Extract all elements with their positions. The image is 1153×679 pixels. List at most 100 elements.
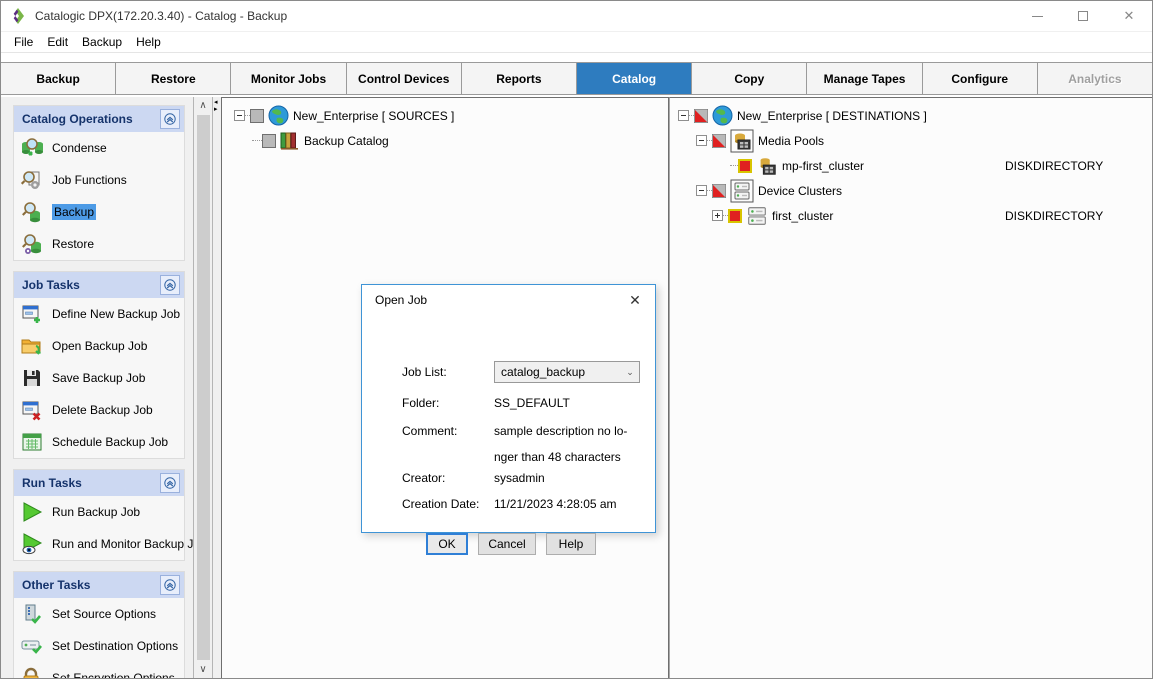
node-type-label: DISKDIRECTORY: [1005, 159, 1103, 173]
scrollbar-thumb[interactable]: [197, 115, 210, 660]
destinations-tree-panel: New_Enterprise [ DESTINATIONS ] Media Po…: [669, 97, 1152, 678]
panel-splitter[interactable]: ◂▸: [213, 97, 222, 678]
dialog-title: Open Job: [375, 293, 615, 307]
tree-row-sources-root[interactable]: New_Enterprise [ SOURCES ]: [222, 103, 668, 128]
task-set-encryption-options[interactable]: Set Encryption Options: [14, 662, 184, 678]
checkbox-unchecked[interactable]: [250, 109, 264, 123]
close-button[interactable]: ✕: [1106, 1, 1152, 31]
checkbox-partial[interactable]: [712, 134, 726, 148]
creator-value: sysadmin: [494, 471, 545, 485]
tab-reports[interactable]: Reports: [462, 63, 577, 94]
folder-label: Folder:: [402, 396, 439, 410]
task-save-backup-job[interactable]: Save Backup Job: [14, 362, 184, 394]
tab-manage-tapes[interactable]: Manage Tapes: [807, 63, 922, 94]
menu-bar: File Edit Backup Help: [1, 31, 1152, 53]
task-restore[interactable]: Restore: [14, 228, 184, 260]
collapse-expander-icon[interactable]: [678, 110, 689, 121]
title-bar: Catalogic DPX(172.20.3.40) - Catalog - B…: [1, 1, 1152, 31]
collapse-expander-icon[interactable]: [234, 110, 245, 121]
device-cluster-icon: [746, 205, 768, 227]
window-title: Catalogic DPX(172.20.3.40) - Catalog - B…: [35, 9, 287, 23]
task-schedule-backup-job[interactable]: Schedule Backup Job: [14, 426, 184, 458]
collapse-section-button[interactable]: [160, 109, 180, 129]
tree-node-label[interactable]: New_Enterprise [ DESTINATIONS ]: [737, 109, 927, 123]
tree-node-label[interactable]: New_Enterprise [ SOURCES ]: [293, 109, 454, 123]
tab-control-devices[interactable]: Control Devices: [347, 63, 462, 94]
task-job-functions[interactable]: Job Functions: [14, 164, 184, 196]
task-define-new-backup-job[interactable]: Define New Backup Job: [14, 298, 184, 330]
checkbox-unchecked[interactable]: [262, 134, 276, 148]
tree-row-mp-first-cluster[interactable]: mp-first_cluster DISKDIRECTORY: [670, 153, 1152, 178]
expand-expander-icon[interactable]: [712, 210, 723, 221]
job-list-dropdown[interactable]: catalog_backup ⌄: [494, 361, 640, 383]
restore-icon: [20, 232, 44, 256]
collapse-section-button[interactable]: [160, 575, 180, 595]
checkbox-partial[interactable]: [712, 184, 726, 198]
dialog-title-bar: Open Job ✕: [362, 285, 655, 315]
collapse-section-button[interactable]: [160, 275, 180, 295]
job-list-label: Job List:: [402, 365, 447, 379]
ok-button[interactable]: OK: [426, 533, 468, 555]
sidebar-scrollbar[interactable]: ∧ ∨: [194, 97, 213, 678]
section-title: Catalog Operations: [22, 112, 160, 126]
enterprise-globe-icon: [712, 105, 733, 126]
cancel-button[interactable]: Cancel: [478, 533, 536, 555]
task-set-destination-options[interactable]: Set Destination Options: [14, 630, 184, 662]
tab-configure[interactable]: Configure: [923, 63, 1038, 94]
help-button[interactable]: Help: [546, 533, 596, 555]
tree-node-label[interactable]: Device Clusters: [758, 184, 842, 198]
splitter-collapse-icon[interactable]: ◂▸: [214, 99, 218, 113]
tree-row-backup-catalog[interactable]: Backup Catalog: [222, 128, 668, 153]
section-header-run-tasks: Run Tasks: [14, 470, 184, 496]
tab-backup[interactable]: Backup: [1, 63, 116, 94]
tree-row-device-clusters[interactable]: Device Clusters: [670, 178, 1152, 203]
task-open-backup-job[interactable]: Open Backup Job: [14, 330, 184, 362]
open-backup-job-icon: [20, 334, 44, 358]
task-run-backup-job[interactable]: Run Backup Job: [14, 496, 184, 528]
media-pool-icon: [756, 155, 778, 177]
task-delete-backup-job[interactable]: Delete Backup Job: [14, 394, 184, 426]
collapse-expander-icon[interactable]: [696, 185, 707, 196]
tab-catalog[interactable]: Catalog: [577, 63, 692, 94]
tree-node-label[interactable]: mp-first_cluster: [782, 159, 864, 173]
maximize-button[interactable]: [1060, 1, 1106, 31]
scroll-up-icon[interactable]: ∧: [195, 97, 212, 114]
menu-help[interactable]: Help: [129, 33, 168, 51]
dialog-close-icon[interactable]: ✕: [615, 285, 655, 315]
collapse-section-button[interactable]: [160, 473, 180, 493]
collapse-expander-icon[interactable]: [696, 135, 707, 146]
menu-backup[interactable]: Backup: [75, 33, 129, 51]
tree-row-destinations-root[interactable]: New_Enterprise [ DESTINATIONS ]: [670, 103, 1152, 128]
scroll-down-icon[interactable]: ∨: [195, 661, 212, 678]
tree-node-label[interactable]: Backup Catalog: [304, 134, 389, 148]
backup-catalog-books-icon: [280, 131, 300, 151]
section-catalog-operations: Catalog Operations Condense Job Functio: [13, 105, 185, 261]
menu-edit[interactable]: Edit: [40, 33, 75, 51]
tree-node-label[interactable]: Media Pools: [758, 134, 824, 148]
task-condense[interactable]: Condense: [14, 132, 184, 164]
checkbox-partial[interactable]: [694, 109, 708, 123]
tab-restore[interactable]: Restore: [116, 63, 231, 94]
section-title: Job Tasks: [22, 278, 160, 292]
section-header-catalog-operations: Catalog Operations: [14, 106, 184, 132]
node-type-label: DISKDIRECTORY: [1005, 209, 1103, 223]
task-backup[interactable]: Backup: [14, 196, 184, 228]
tab-copy[interactable]: Copy: [692, 63, 807, 94]
checkbox-checked-red[interactable]: [728, 209, 742, 223]
task-set-source-options[interactable]: Set Source Options: [14, 598, 184, 630]
comment-label: Comment:: [402, 424, 457, 438]
section-run-tasks: Run Tasks Run Backup Job Run and Monito: [13, 469, 185, 561]
task-label: Restore: [52, 237, 94, 251]
tree-node-label[interactable]: first_cluster: [772, 209, 833, 223]
tree-row-media-pools[interactable]: Media Pools: [670, 128, 1152, 153]
task-run-and-monitor-backup-job[interactable]: Run and Monitor Backup Job: [14, 528, 184, 560]
minimize-button[interactable]: [1014, 1, 1060, 31]
tree-row-first-cluster[interactable]: first_cluster DISKDIRECTORY: [670, 203, 1152, 228]
tab-monitor-jobs[interactable]: Monitor Jobs: [231, 63, 346, 94]
menu-file[interactable]: File: [7, 33, 40, 51]
set-destination-options-icon: [20, 634, 44, 658]
tab-analytics[interactable]: Analytics: [1038, 63, 1152, 94]
checkbox-checked-red[interactable]: [738, 159, 752, 173]
task-label: Set Encryption Options: [52, 671, 175, 678]
condense-icon: [20, 136, 44, 160]
